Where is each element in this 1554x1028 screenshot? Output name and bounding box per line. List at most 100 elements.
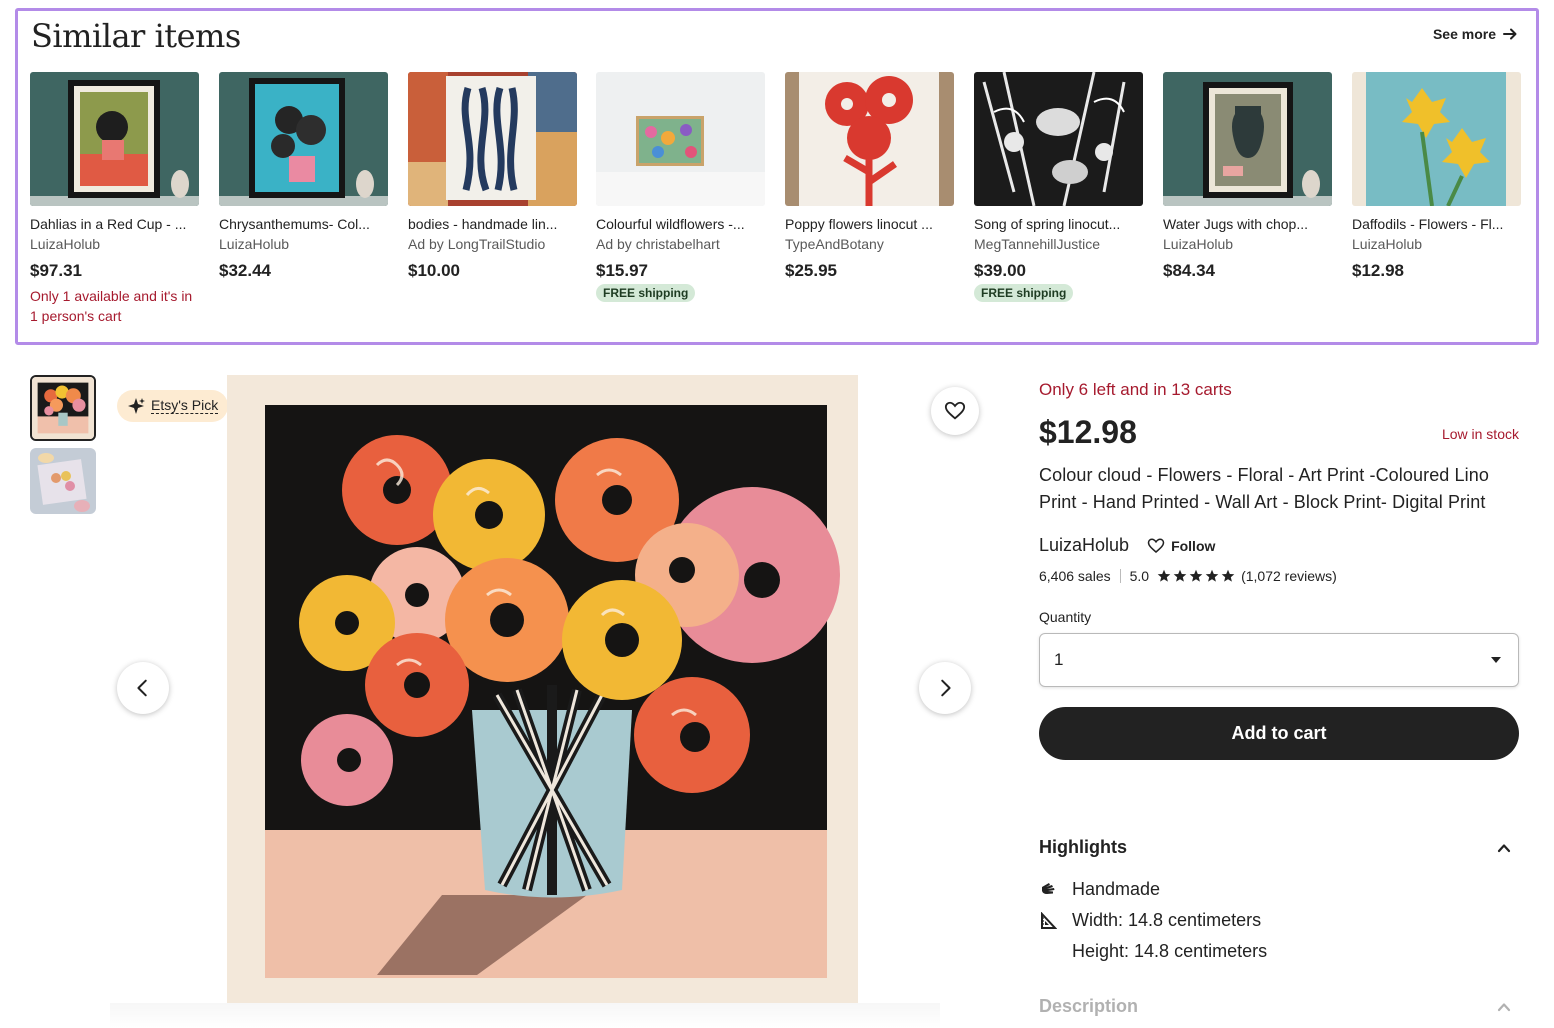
- rating-row: 6,406 sales 5.0 (1,072 reviews): [1039, 568, 1519, 584]
- chevron-up-icon: [1497, 843, 1511, 852]
- seller-row: LuizaHolub Follow: [1039, 535, 1519, 556]
- star-icon: [1221, 569, 1235, 582]
- similar-item-title[interactable]: Chrysanthemums- Col...: [219, 216, 385, 232]
- similar-item-image[interactable]: [219, 72, 388, 206]
- star-icon: [1173, 569, 1187, 582]
- similar-item-image[interactable]: [596, 72, 765, 206]
- etsys-pick-label: Etsy's Pick: [151, 397, 219, 414]
- similar-item-card[interactable]: Chrysanthemums- Col... LuizaHolub $32.44: [219, 72, 388, 281]
- similar-item-title[interactable]: Dahlias in a Red Cup - ...: [30, 216, 196, 232]
- low-stock-label: Low in stock: [1441, 426, 1519, 442]
- similar-item-title[interactable]: Water Jugs with chop...: [1163, 216, 1329, 232]
- similar-item-card[interactable]: Dahlias in a Red Cup - ... LuizaHolub $9…: [30, 72, 199, 326]
- similar-item-card[interactable]: Poppy flowers linocut ... TypeAndBotany …: [785, 72, 954, 281]
- similar-item-title[interactable]: Colourful wildflowers -...: [596, 216, 762, 232]
- heart-outline-icon: [1147, 537, 1165, 553]
- similar-item-shop: MegTannehillJustice: [974, 236, 1101, 252]
- similar-item-price: $97.31: [30, 261, 82, 280]
- highlights-title: Highlights: [1039, 837, 1127, 857]
- next-image-button[interactable]: [919, 662, 971, 714]
- gallery-thumbnail-1[interactable]: [30, 375, 96, 441]
- chevron-left-icon: [137, 679, 147, 697]
- similar-item-shop: LuizaHolub: [219, 236, 290, 252]
- similar-item-card[interactable]: bodies - handmade lin... Ad by LongTrail…: [408, 72, 577, 281]
- add-to-cart-button[interactable]: Add to cart: [1039, 707, 1519, 760]
- caret-down-icon: [1491, 657, 1501, 663]
- rating-value: 5.0: [1129, 568, 1150, 584]
- similar-items-panel: Similar items See more Dahlias in a Red …: [15, 8, 1539, 345]
- price-row: $12.98 Low in stock: [1039, 414, 1519, 450]
- sparkle-icon: [128, 398, 145, 414]
- highlight-item: Width: 14.8 centimeters: [1039, 905, 1519, 936]
- star-icon: [1157, 569, 1171, 582]
- similar-item-shop: Ad by LongTrailStudio: [408, 236, 546, 252]
- chevron-right-icon: [941, 679, 951, 697]
- similar-item-image[interactable]: [1352, 72, 1521, 206]
- similar-item-shop: Ad by christabelhart: [596, 236, 720, 252]
- gallery-thumbnail-2[interactable]: [30, 448, 96, 514]
- similar-item-price: $32.44: [219, 261, 271, 280]
- similar-item-title[interactable]: Song of spring linocut...: [974, 216, 1140, 232]
- ruler-triangle-icon: [1041, 911, 1057, 929]
- arrow-right-icon: [1503, 28, 1517, 40]
- similar-item-image[interactable]: [974, 72, 1143, 206]
- chevron-up-icon: [1497, 1002, 1511, 1011]
- similar-item-image[interactable]: [408, 72, 577, 206]
- main-product-image[interactable]: [227, 375, 858, 1003]
- similar-item-price: $25.95: [785, 261, 837, 280]
- description-toggle[interactable]: Description: [1039, 996, 1519, 1017]
- see-more-link[interactable]: See more: [1433, 26, 1518, 42]
- similar-item-image[interactable]: [1163, 72, 1332, 206]
- previous-image-button[interactable]: [117, 662, 169, 714]
- similar-item-card[interactable]: Colourful wildflowers -... Ad by christa…: [596, 72, 765, 302]
- highlight-item: Height: 14.8 centimeters: [1039, 936, 1519, 967]
- free-shipping-badge: FREE shipping: [596, 284, 696, 302]
- similar-item-shop: LuizaHolub: [1352, 236, 1423, 252]
- highlight-text: Width: 14.8 centimeters: [1072, 910, 1262, 930]
- similar-item-price: $39.00: [974, 261, 1026, 280]
- sales-count: 6,406 sales: [1039, 568, 1111, 584]
- highlights-list: Handmade Width: 14.8 centimeters Height:…: [1039, 874, 1519, 967]
- hand-icon: [1042, 882, 1055, 894]
- similar-item-title[interactable]: Daffodils - Flowers - Fl...: [1352, 216, 1518, 232]
- seller-name-link[interactable]: LuizaHolub: [1039, 535, 1129, 556]
- similar-item-card[interactable]: Water Jugs with chop... LuizaHolub $84.3…: [1163, 72, 1332, 281]
- similar-item-shop: TypeAndBotany: [785, 236, 884, 252]
- similar-item-image[interactable]: [785, 72, 954, 206]
- star-rating: [1157, 569, 1235, 583]
- divider: [1119, 569, 1121, 583]
- similar-item-price: $84.34: [1163, 261, 1215, 280]
- free-shipping-badge: FREE shipping: [974, 284, 1074, 302]
- similar-item-price: $15.97: [596, 261, 648, 280]
- buy-box: Only 6 left and in 13 carts $12.98 Low i…: [1039, 380, 1519, 1017]
- similar-item-title[interactable]: Poppy flowers linocut ...: [785, 216, 951, 232]
- star-icon: [1189, 569, 1203, 582]
- similar-item-availability-note: Only 1 available and it's in 1 person's …: [30, 288, 193, 324]
- reviews-link[interactable]: (1,072 reviews): [1241, 568, 1337, 584]
- similar-item-card[interactable]: Daffodils - Flowers - Fl... LuizaHolub $…: [1352, 72, 1521, 281]
- quantity-value: 1: [1054, 650, 1064, 669]
- quantity-label: Quantity: [1039, 609, 1092, 625]
- similar-item-title[interactable]: bodies - handmade lin...: [408, 216, 574, 232]
- highlight-text: Height: 14.8 centimeters: [1072, 941, 1268, 961]
- similar-item-image[interactable]: [30, 72, 199, 206]
- gallery-thumbnails: [30, 375, 96, 521]
- similar-item-card[interactable]: Song of spring linocut... MegTannehillJu…: [974, 72, 1143, 302]
- similar-item-price: $12.98: [1352, 261, 1404, 280]
- star-icon: [1205, 569, 1219, 582]
- heart-icon: [944, 401, 966, 420]
- quantity-select[interactable]: 1: [1039, 633, 1519, 687]
- similar-item-shop: LuizaHolub: [1163, 236, 1234, 252]
- follow-label: Follow: [1171, 537, 1216, 554]
- description-title: Description: [1039, 996, 1139, 1016]
- favorite-button[interactable]: [931, 387, 979, 435]
- highlight-text: Handmade: [1072, 879, 1161, 899]
- highlight-item: Handmade: [1039, 874, 1519, 905]
- product-title: Colour cloud - Flowers - Floral - Art Pr…: [1039, 465, 1489, 512]
- etsys-pick-badge[interactable]: Etsy's Pick: [117, 390, 229, 422]
- similar-item-price: $10.00: [408, 261, 460, 280]
- highlights-toggle[interactable]: Highlights: [1039, 837, 1519, 858]
- follow-button[interactable]: Follow: [1147, 537, 1215, 555]
- gallery-bottom-shadow: [110, 1003, 940, 1028]
- similar-item-shop: LuizaHolub: [30, 236, 101, 252]
